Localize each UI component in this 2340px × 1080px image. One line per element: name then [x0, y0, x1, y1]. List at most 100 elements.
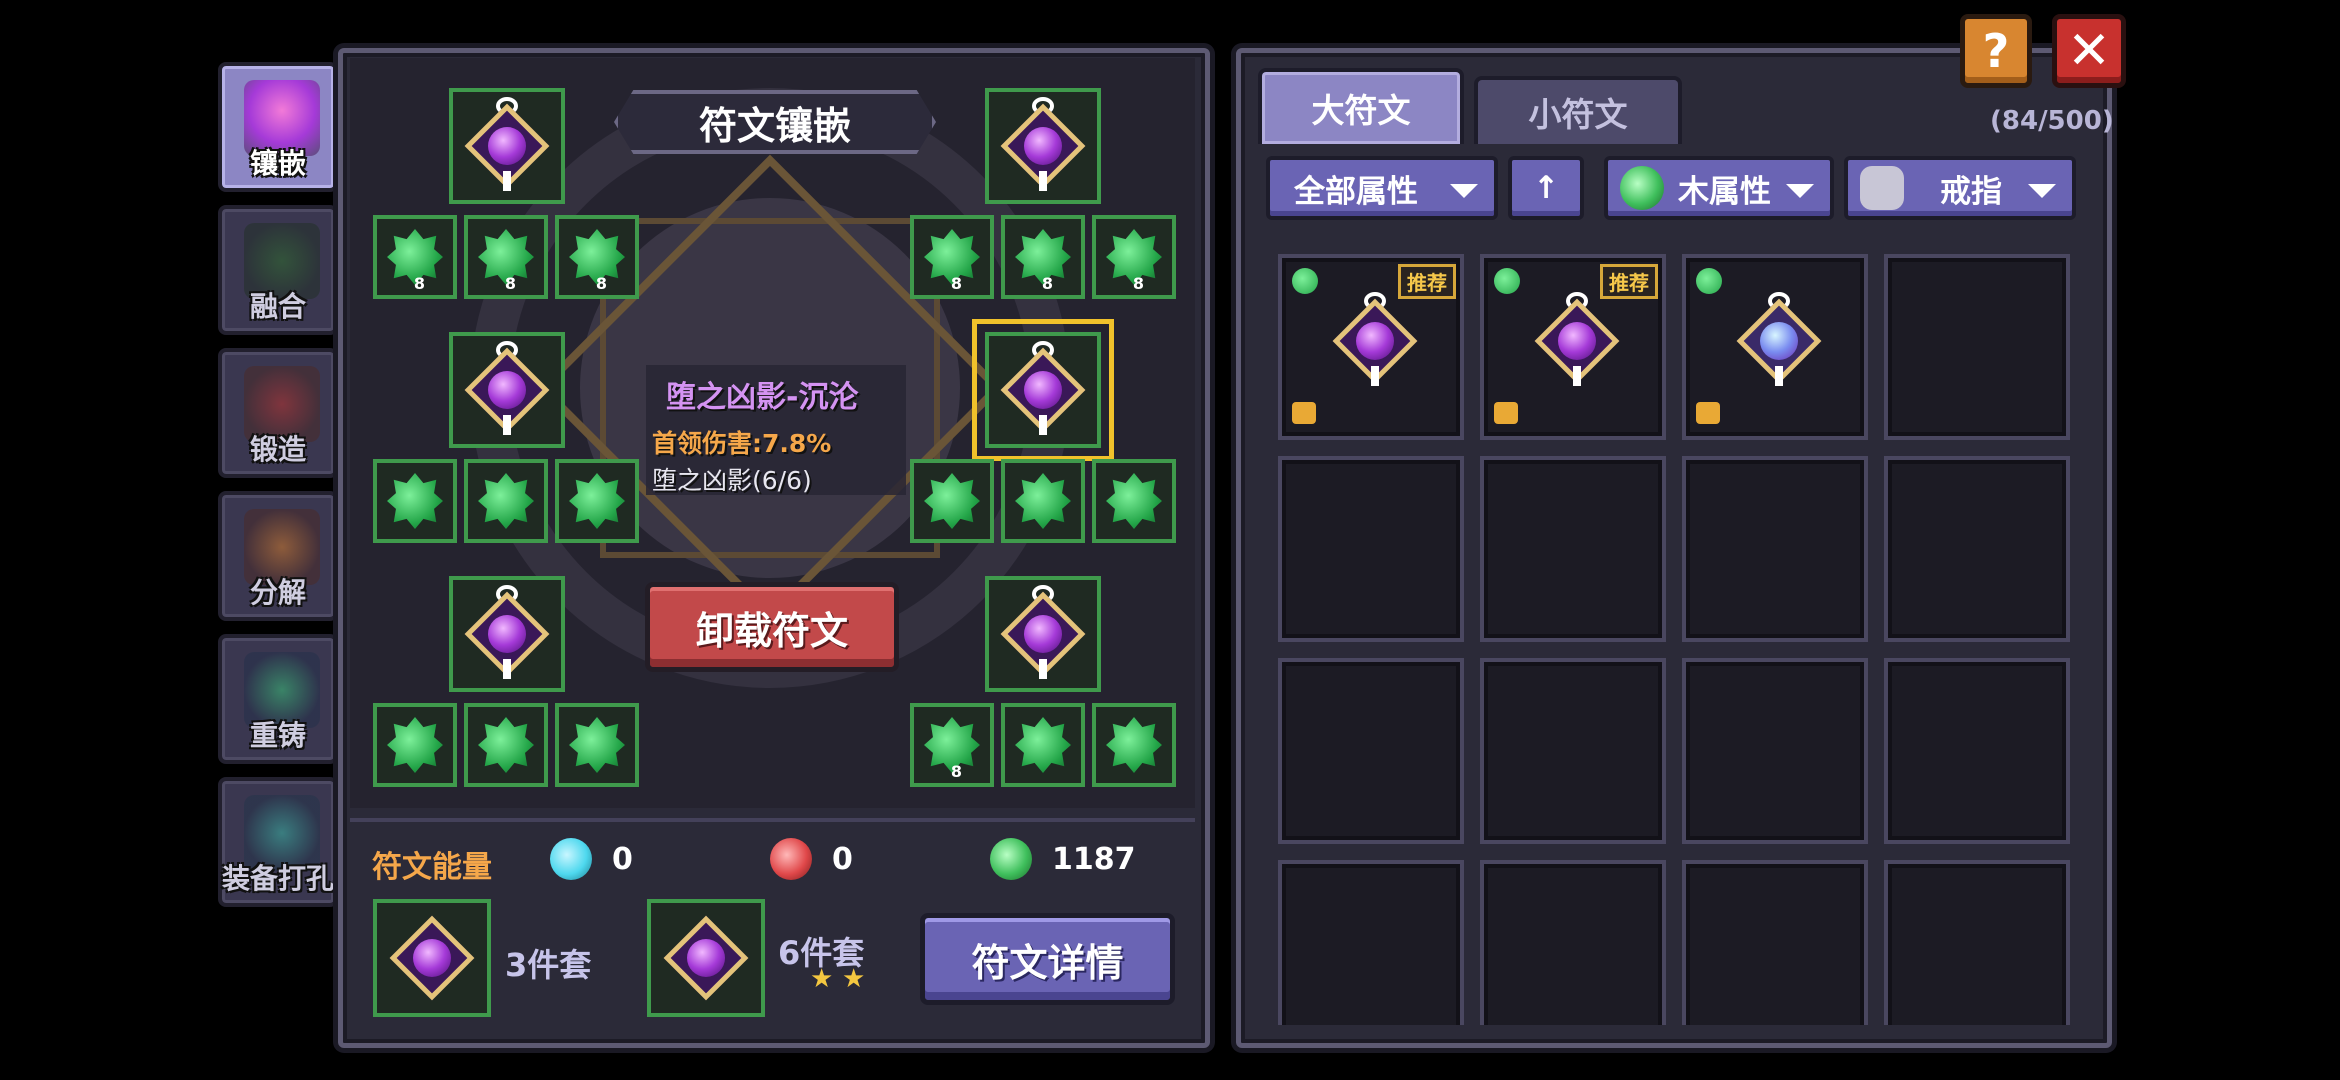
green-rune-icon: [1015, 473, 1071, 529]
inventory-slot-empty[interactable]: [1884, 254, 2070, 440]
ring-icon: [1860, 166, 1904, 210]
chevron-down-icon: [1450, 184, 1478, 198]
nav-decompose-button[interactable]: 分解: [218, 491, 338, 621]
small-rune-slot[interactable]: 8: [910, 703, 994, 787]
small-rune-slot[interactable]: [373, 459, 457, 543]
nav-decompose-label: 分解: [249, 576, 306, 609]
red-flame-icon: [770, 838, 812, 880]
tab-minor-rune[interactable]: 小符文: [1474, 76, 1682, 144]
inventory-slot-empty[interactable]: [1278, 860, 1464, 1025]
rune-detail-button[interactable]: 符文详情: [920, 913, 1175, 1005]
small-rune-slot[interactable]: 8: [464, 215, 548, 299]
nav-inlay-button[interactable]: 镶嵌: [218, 62, 338, 192]
small-rune-slot[interactable]: [373, 703, 457, 787]
small-rune-slot[interactable]: [464, 459, 548, 543]
rune-info-set: 堕之凶影(6/6): [652, 466, 812, 495]
purple-rune-icon: [1000, 341, 1086, 435]
inventory-slot-empty[interactable]: [1278, 658, 1464, 844]
inventory-slot-empty[interactable]: [1682, 860, 1868, 1025]
energy-blue-value: 0: [612, 842, 633, 877]
help-button[interactable]: ?: [1960, 14, 2032, 88]
nav-fusion-button[interactable]: 融合: [218, 205, 338, 335]
inventory-slot-empty[interactable]: [1278, 456, 1464, 642]
small-rune-slot[interactable]: 8: [555, 215, 639, 299]
small-rune-slot[interactable]: [1092, 459, 1176, 543]
green-leaf-icon: [1620, 166, 1664, 210]
sort-button[interactable]: ↑: [1508, 156, 1584, 220]
wood-element-icon: [1292, 268, 1318, 294]
small-rune-slot[interactable]: [555, 459, 639, 543]
small-rune-slot[interactable]: 8: [373, 215, 457, 299]
green-rune-icon: [1106, 473, 1162, 529]
lock-icon: [1292, 402, 1316, 424]
rune-level: 8: [413, 274, 425, 293]
close-button[interactable]: ✕: [2052, 14, 2126, 88]
green-rune-icon: [924, 473, 980, 529]
small-rune-slot[interactable]: [464, 703, 548, 787]
green-rune-icon: [1015, 717, 1071, 773]
energy-red-value: 0: [832, 842, 853, 877]
small-rune-slot[interactable]: [1001, 703, 1085, 787]
small-rune-slot[interactable]: 8: [1092, 215, 1176, 299]
rune-info-stat: 首领伤害:7.8%: [652, 429, 832, 458]
rune-info-name: 堕之凶影-沉沦: [666, 380, 859, 415]
big-rune-slot-selected[interactable]: [972, 319, 1114, 461]
rune-level: 8: [950, 274, 962, 293]
big-rune-slot[interactable]: [985, 576, 1101, 692]
recommend-badge: 推荐: [1600, 264, 1658, 299]
small-rune-slot[interactable]: [1092, 703, 1176, 787]
inventory-slot-empty[interactable]: [1884, 658, 2070, 844]
purple-rune-icon: [663, 915, 749, 1001]
rune-level: 8: [504, 274, 516, 293]
recommend-badge: 推荐: [1398, 264, 1456, 299]
board-title: 符文镶嵌: [614, 90, 936, 154]
nav-forge-button[interactable]: 锻造: [218, 348, 338, 478]
rune-level: 8: [1041, 274, 1053, 293]
filter-label: 全部属性: [1294, 173, 1418, 210]
inventory-slot-empty[interactable]: [1884, 456, 2070, 642]
inventory-item[interactable]: 推荐: [1278, 254, 1464, 440]
inventory-grid: 推荐 推荐: [1262, 230, 2102, 1025]
inventory-item[interactable]: 推荐: [1480, 254, 1666, 440]
inventory-slot-empty[interactable]: [1682, 658, 1868, 844]
small-rune-slot[interactable]: 8: [1001, 215, 1085, 299]
blue-crystal-icon: [550, 838, 592, 880]
nav-socket-label: 装备打孔: [222, 862, 335, 895]
small-rune-slot[interactable]: [910, 459, 994, 543]
green-rune-icon: [387, 717, 443, 773]
green-rune-icon: [1106, 717, 1162, 773]
filter-ring[interactable]: 戒指: [1844, 156, 2076, 220]
inventory-item[interactable]: [1682, 254, 1868, 440]
tab-major-rune[interactable]: 大符文: [1258, 68, 1464, 144]
rune-level: 8: [950, 762, 962, 781]
green-rune-icon: [569, 717, 625, 773]
big-rune-slot[interactable]: [449, 332, 565, 448]
set-3-slot[interactable]: [373, 899, 491, 1017]
small-rune-slot[interactable]: 8: [910, 215, 994, 299]
unload-rune-button[interactable]: 卸载符文: [645, 582, 899, 672]
green-rune-icon: [478, 473, 534, 529]
star-icon: ★: [810, 964, 834, 994]
filter-all-attributes[interactable]: 全部属性: [1266, 156, 1498, 220]
wood-element-icon: [1494, 268, 1520, 294]
chevron-down-icon: [1786, 184, 1814, 198]
purple-rune-icon: [464, 585, 550, 679]
inventory-slot-empty[interactable]: [1480, 860, 1666, 1025]
purple-rune-icon: [464, 341, 550, 435]
nav-recast-button[interactable]: 重铸: [218, 634, 338, 764]
inventory-slot-empty[interactable]: [1480, 658, 1666, 844]
inventory-slot-empty[interactable]: [1682, 456, 1868, 642]
filter-wood-attribute[interactable]: 木属性: [1604, 156, 1834, 220]
big-rune-slot[interactable]: [449, 576, 565, 692]
star-icon: ★: [842, 964, 866, 994]
purple-rune-icon: [1534, 292, 1620, 386]
inventory-slot-empty[interactable]: [1480, 456, 1666, 642]
small-rune-slot[interactable]: [1001, 459, 1085, 543]
big-rune-slot[interactable]: [449, 88, 565, 204]
small-rune-slot[interactable]: [555, 703, 639, 787]
arrow-up-icon: ↑: [1533, 170, 1559, 206]
inventory-slot-empty[interactable]: [1884, 860, 2070, 1025]
nav-socket-button[interactable]: 装备打孔: [218, 777, 338, 907]
set-6-slot[interactable]: [647, 899, 765, 1017]
big-rune-slot[interactable]: [985, 88, 1101, 204]
